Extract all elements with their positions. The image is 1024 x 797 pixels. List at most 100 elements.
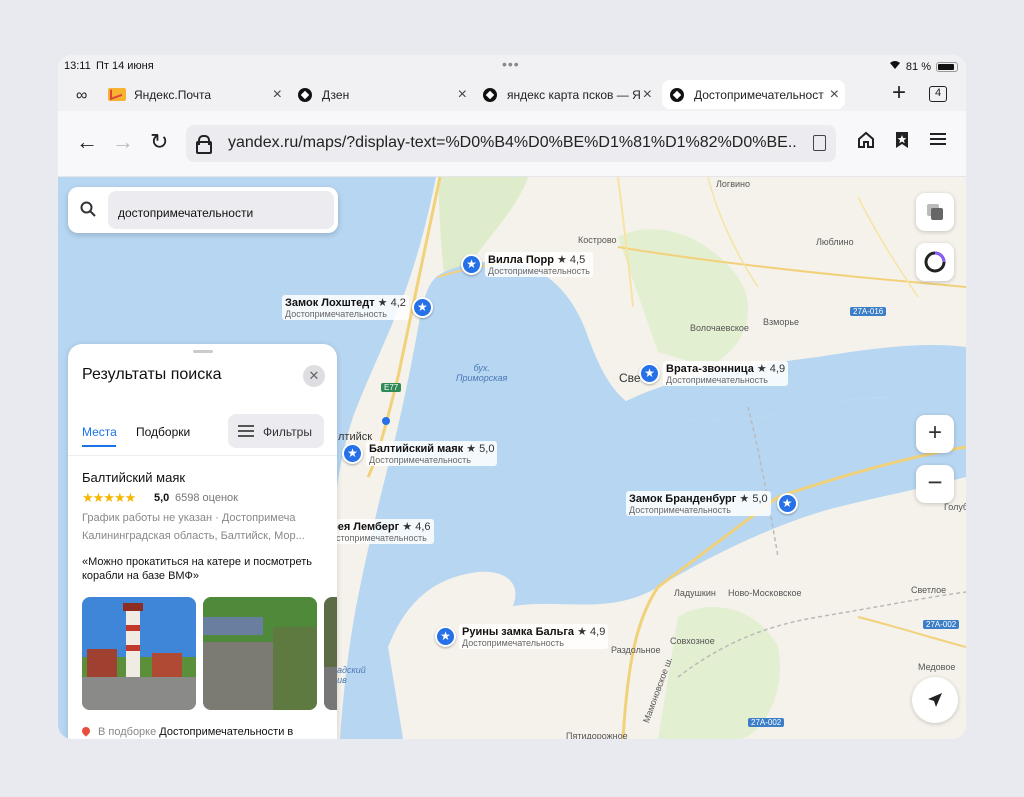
layers-icon [927, 204, 943, 220]
map-label: Пятидорожное [566, 731, 628, 739]
tab-close-icon[interactable]: × [458, 86, 467, 104]
location-arrow-icon [928, 693, 942, 707]
filters-button[interactable]: Фильтры [228, 414, 324, 448]
star-marker-icon: ★ [411, 297, 433, 318]
tab-close-icon[interactable]: × [643, 86, 652, 104]
tab-close-icon[interactable]: × [273, 86, 282, 104]
map-label: Кострово [578, 235, 617, 245]
map-label: Ладушкин [674, 588, 716, 598]
tab-label: Яндекс.Почта [134, 87, 212, 102]
map-label: Логвино [716, 179, 750, 189]
tab-attractions[interactable]: Достопримечательност × [662, 80, 845, 109]
map-label: Светлое [911, 585, 947, 595]
browser-toolbar: ← → ↻ yandex.ru/maps/?display-text=%D0%B… [58, 111, 966, 177]
poi-label: Замок Лохштедт ★ 4,2 Достопримечательнос… [282, 295, 409, 320]
back-button[interactable]: ← [76, 131, 98, 153]
reader-mode-icon[interactable] [813, 135, 826, 151]
result-photo[interactable] [82, 597, 196, 710]
url-text[interactable]: yandex.ru/maps/?display-text=%D0%B4%D0%B… [228, 134, 798, 152]
wifi-icon [889, 60, 901, 73]
road-badge: 27А-016 [850, 307, 887, 316]
bay-label: радский лив [332, 665, 366, 685]
poi-balga[interactable]: ★ Руины замка Бальга ★ 4,9 Достопримечат… [435, 624, 609, 649]
mail-icon [108, 88, 126, 101]
search-results-panel: Результаты поиска ✕ Места Подборки Фильт… [68, 344, 337, 739]
poi-label: Вилла Порр ★ 4,5 Достопримечательность [485, 252, 593, 277]
road-badge: 27А-002 [923, 620, 960, 629]
collection-link[interactable]: В подборке Достопримечательности в [80, 725, 294, 738]
result-photo[interactable] [203, 597, 317, 710]
multitask-dots-icon[interactable]: ••• [502, 56, 520, 72]
result-quote: «Можно прокатиться на катере и посмотрет… [82, 556, 312, 582]
bookmark-star-icon[interactable] [892, 130, 912, 154]
map-label: Голуб [944, 502, 966, 512]
new-tab-button[interactable]: + [892, 81, 906, 105]
tab-places[interactable]: Места [82, 425, 117, 439]
tab-mail[interactable]: Яндекс.Почта × [108, 80, 288, 109]
map-label: Раздольное [611, 645, 661, 655]
status-bar: 13:11 Пт 14 июня ••• 81 % [58, 55, 966, 79]
panel-drag-handle[interactable] [193, 350, 213, 353]
my-location-button[interactable] [912, 677, 958, 723]
poi-villa-porr[interactable]: ★ Вилла Порр ★ 4,5 Достопримечательность [461, 252, 593, 277]
poi-label: Врата-звонница ★ 4,9 Достопримечательнос… [663, 361, 789, 386]
result-address: Калининградская область, Балтийск, Мор..… [82, 530, 305, 542]
road-badge: E77 [381, 383, 402, 392]
bay-label: бух. Приморская [456, 363, 508, 383]
result-photo[interactable] [324, 597, 337, 710]
rating-value: 5,0 [154, 492, 170, 504]
tab-bar: ∞ Яндекс.Почта × Дзен × яндекс карта пск… [58, 79, 966, 111]
close-icon[interactable]: ✕ [303, 365, 325, 387]
poi-label: Руины замка Бальга ★ 4,9 Достопримечател… [459, 624, 609, 649]
status-right: 81 % [889, 60, 958, 73]
zen-icon [483, 87, 497, 102]
menu-icon[interactable] [929, 130, 947, 152]
star-marker-icon: ★ [461, 254, 482, 275]
map-search-box[interactable]: достопримечательности [68, 187, 338, 233]
layers-button[interactable] [916, 193, 954, 231]
zoom-out-button[interactable]: − [916, 465, 954, 503]
poi-baltic-lighthouse[interactable]: ★ Балтийский маяк ★ 5,0 Достопримечатель… [342, 441, 498, 466]
map-dot[interactable] [382, 417, 390, 425]
map-label: Волочаевское [690, 323, 749, 333]
poi-brandenburg[interactable]: ★ Замок Бранденбург ★ 5,0 Достопримечате… [626, 491, 798, 516]
result-hours: График работы не указан · Достопримеча [82, 512, 296, 524]
tab-yandex-map[interactable]: яндекс карта псков — Я × [483, 80, 658, 109]
battery-percent: 81 % [905, 60, 931, 73]
incognito-icon[interactable]: ∞ [76, 87, 87, 105]
rating-stars: ★★★★★ [82, 490, 136, 505]
tab-label: Достопримечательност [694, 87, 824, 102]
collection-name: Достопримечательности в [159, 726, 294, 738]
tab-collections[interactable]: Подборки [136, 425, 190, 439]
battery-icon [936, 61, 958, 72]
search-icon [80, 201, 96, 217]
map-label: Ново-Московское [728, 588, 802, 598]
filters-label: Фильтры [263, 425, 312, 439]
road-badge: 27А-002 [748, 718, 785, 727]
tab-zen[interactable]: Дзен × [298, 80, 473, 109]
search-input[interactable]: достопримечательности [108, 191, 334, 229]
status-date: Пт 14 июня [96, 60, 154, 72]
poi-lemberg[interactable]: рея Лемберг ★ 4,6 остопримечательность [328, 519, 434, 544]
status-time: 13:11 [64, 60, 91, 72]
poi-label: Замок Бранденбург ★ 5,0 Достопримечатель… [626, 491, 771, 516]
result-name[interactable]: Балтийский маяк [82, 470, 185, 485]
home-button[interactable] [856, 130, 876, 154]
map-label: Взморье [763, 317, 800, 327]
zen-icon [298, 87, 312, 102]
map-canvas[interactable]: Логвино Кострово Люблино Взморье Волочае… [58, 177, 966, 739]
zoom-in-button[interactable]: + [916, 415, 954, 453]
tab-count-button[interactable]: 4 [929, 86, 947, 102]
map-label: Совхозное [670, 636, 715, 646]
address-bar[interactable]: yandex.ru/maps/?display-text=%D0%B4%D0%B… [186, 125, 836, 162]
tab-close-icon[interactable]: × [830, 86, 839, 104]
star-marker-icon: ★ [639, 363, 660, 384]
forward-button[interactable]: → [112, 131, 134, 153]
alice-button[interactable] [916, 243, 954, 281]
poi-lochstedt[interactable]: ★ Замок Лохштедт ★ 4,2 Достопримечательн… [282, 295, 433, 320]
active-tab-indicator [82, 445, 116, 447]
map-label: Медовое [918, 662, 956, 672]
browser-window: 13:11 Пт 14 июня ••• 81 % ∞ Яндекс.Почта… [58, 55, 966, 739]
reload-button[interactable]: ↻ [150, 131, 168, 153]
poi-vrata-zvonnitsa[interactable]: ★ Врата-звонница ★ 4,9 Достопримечательн… [639, 361, 789, 386]
